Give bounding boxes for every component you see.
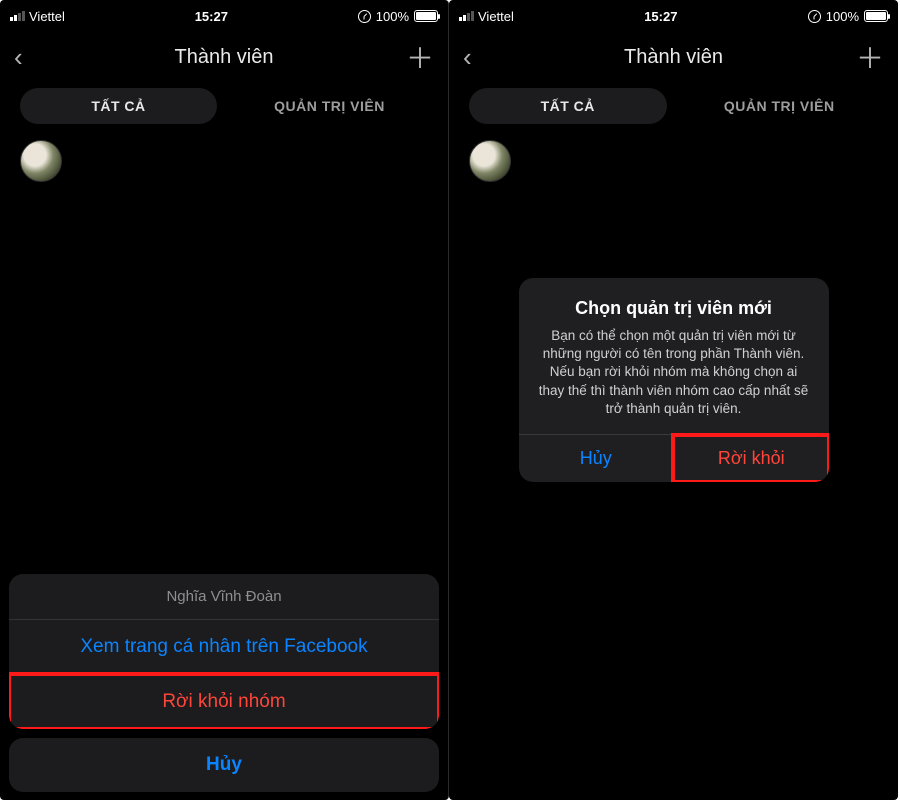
status-bar: Viettel 15:27 100% <box>0 0 448 32</box>
leave-group-button[interactable]: Rời khỏi nhóm <box>9 674 439 729</box>
alert-body: Chọn quản trị viên mới Bạn có thể chọn m… <box>519 278 829 434</box>
alert-cancel-button[interactable]: Hủy <box>519 435 674 482</box>
cancel-button[interactable]: Hủy <box>9 738 439 792</box>
tabs: TẤT CẢ QUẢN TRỊ VIÊN <box>0 82 448 134</box>
action-sheet: Nghĩa Vĩnh Đoàn Xem trang cá nhân trên F… <box>9 574 439 792</box>
battery-icon <box>414 10 438 22</box>
phone-right: Viettel 15:27 100% ‹ Thành viên ＋ TẤT CẢ… <box>449 0 898 800</box>
status-right: 100% <box>358 9 438 24</box>
page-title: Thành viên <box>50 46 398 69</box>
dual-screenshot: Viettel 15:27 100% ‹ Thành viên ＋ TẤT CẢ… <box>0 0 900 800</box>
carrier-label: Viettel <box>29 9 65 24</box>
alarm-icon <box>358 10 371 23</box>
signal-icon <box>10 11 25 21</box>
clock-label: 15:27 <box>195 9 228 24</box>
back-button[interactable]: ‹ <box>0 42 50 73</box>
alert-dialog: Chọn quản trị viên mới Bạn có thể chọn m… <box>519 278 829 482</box>
sheet-title: Nghĩa Vĩnh Đoàn <box>9 574 439 620</box>
tab-all[interactable]: TẤT CẢ <box>20 88 217 124</box>
alert-message: Bạn có thể chọn một quản trị viên mới từ… <box>537 327 811 418</box>
add-button[interactable]: ＋ <box>398 37 448 77</box>
view-profile-button[interactable]: Xem trang cá nhân trên Facebook <box>9 620 439 674</box>
nav-header: ‹ Thành viên ＋ <box>0 32 448 82</box>
action-sheet-group: Nghĩa Vĩnh Đoàn Xem trang cá nhân trên F… <box>9 574 439 729</box>
alert-title: Chọn quản trị viên mới <box>537 298 811 319</box>
alert-backdrop: Chọn quản trị viên mới Bạn có thể chọn m… <box>449 0 898 800</box>
alert-leave-button[interactable]: Rời khỏi <box>673 435 829 482</box>
avatar <box>20 140 62 182</box>
alert-buttons: Hủy Rời khỏi <box>519 434 829 482</box>
member-row[interactable] <box>0 134 448 188</box>
phone-left: Viettel 15:27 100% ‹ Thành viên ＋ TẤT CẢ… <box>0 0 449 800</box>
tab-admins[interactable]: QUẢN TRỊ VIÊN <box>231 88 428 124</box>
battery-pct: 100% <box>376 9 409 24</box>
status-left: Viettel <box>10 9 65 24</box>
